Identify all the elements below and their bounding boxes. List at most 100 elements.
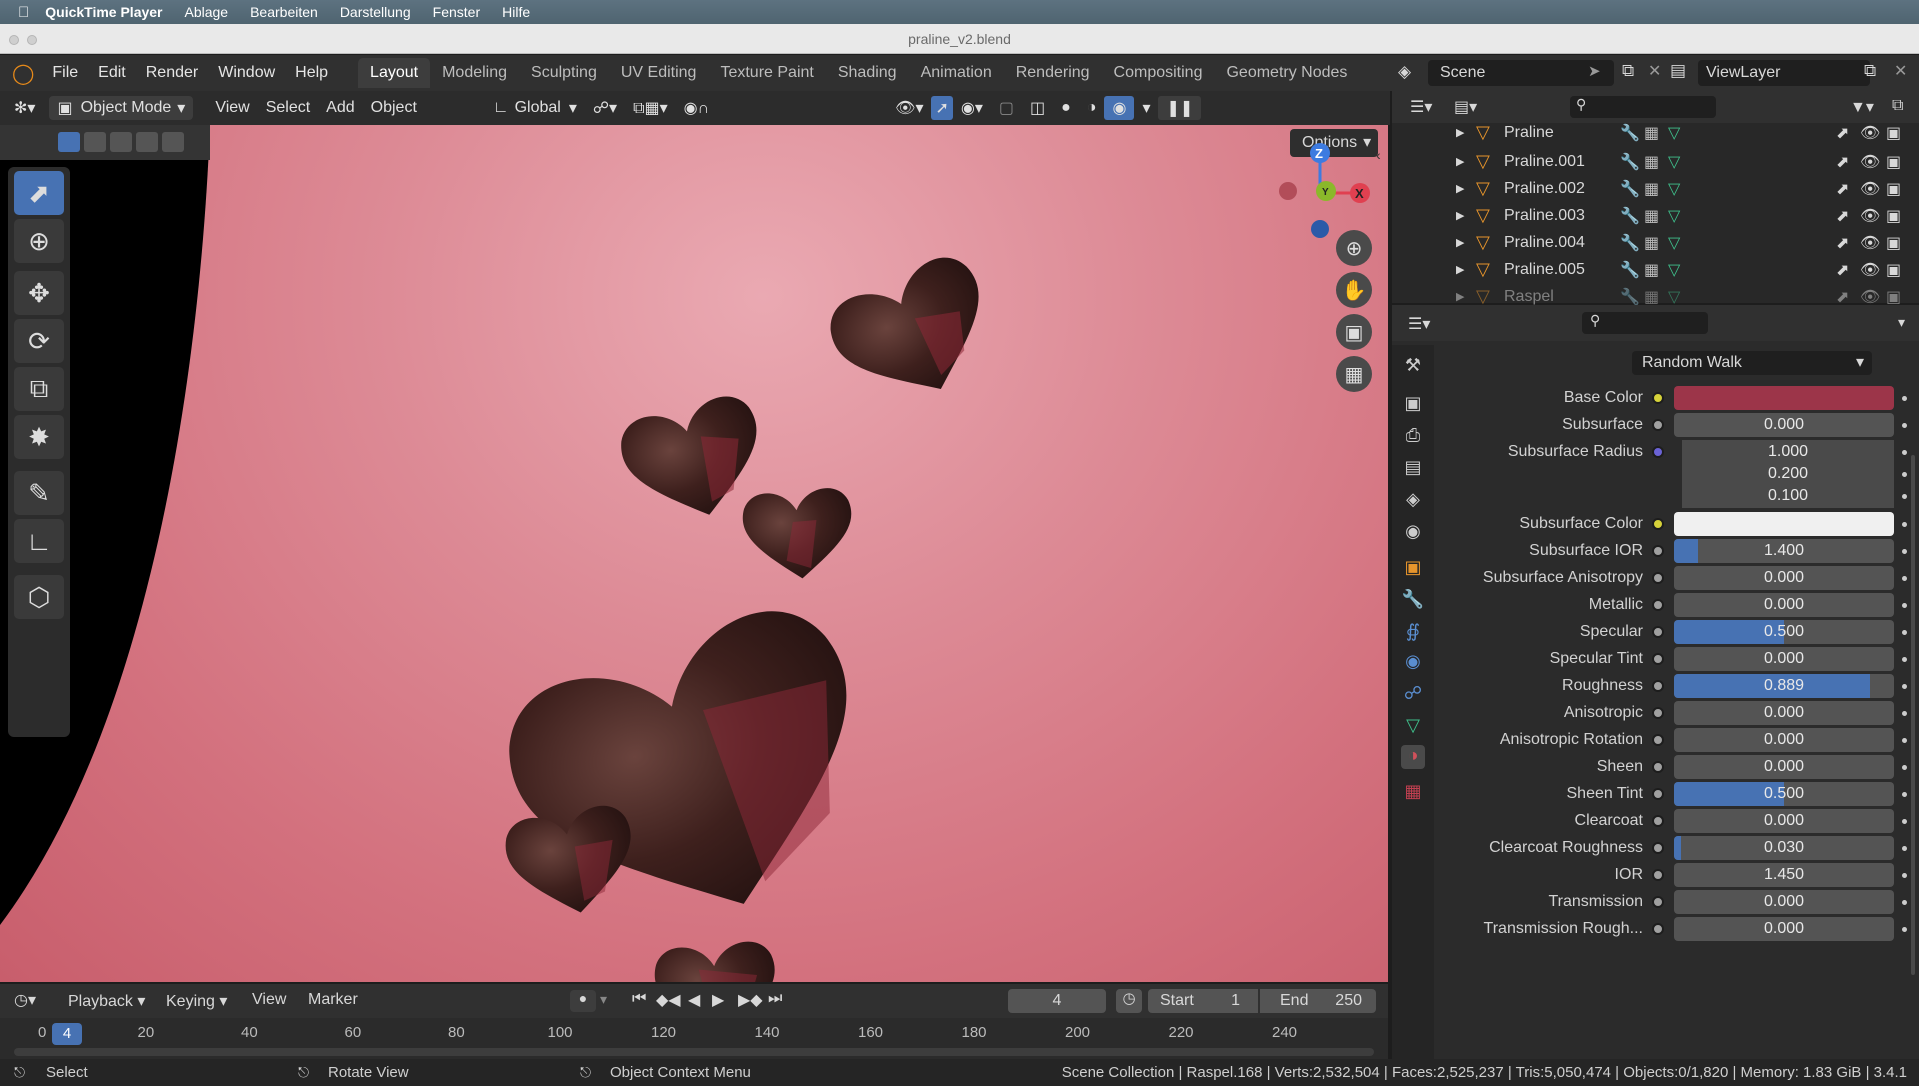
new-scene-icon[interactable]: ⧉: [1622, 61, 1634, 81]
particles-icon[interactable]: ▦: [1644, 123, 1659, 143]
heart-praline-1[interactable]: [820, 247, 1011, 422]
modifier-tab-icon[interactable]: 🔧: [1401, 589, 1425, 613]
particles-tab-icon[interactable]: ∯: [1401, 621, 1425, 645]
value-slider[interactable]: 0.500: [1674, 620, 1894, 644]
world-tab-icon[interactable]: ◉: [1401, 521, 1425, 545]
selectable-icon[interactable]: ⬈: [1836, 260, 1849, 280]
outliner-editor-icon[interactable]: ☰▾: [1410, 97, 1432, 117]
mesh-data-icon[interactable]: ▽: [1668, 233, 1680, 253]
camera-render-icon[interactable]: ▣: [1886, 287, 1901, 307]
material-tab-icon[interactable]: ◑: [1401, 745, 1425, 769]
scene-icon[interactable]: ◈: [1398, 62, 1411, 82]
outliner-row[interactable]: ▶ ▽ Praline.003 🔧 ▦ ▽ ⬈ 👁 ▣: [1392, 202, 1919, 229]
expand-arrow-icon[interactable]: ▶: [1456, 209, 1464, 222]
select-invert-icon[interactable]: [136, 132, 158, 152]
neg-x-axis-handle[interactable]: [1279, 182, 1297, 200]
keyframe-dot-icon[interactable]: [1902, 548, 1907, 554]
mesh-data-icon[interactable]: ▽: [1668, 260, 1680, 280]
camera-render-icon[interactable]: ▣: [1886, 260, 1901, 280]
viewlayer-icon[interactable]: ▤: [1670, 61, 1686, 81]
render-tab-icon[interactable]: ▣: [1401, 393, 1425, 417]
wireframe-shading-icon[interactable]: ◫: [1022, 96, 1053, 120]
jump-start-icon[interactable]: ⏮: [632, 990, 646, 1008]
texture-tab-icon[interactable]: ▦: [1401, 781, 1425, 805]
keyframe-dot-icon[interactable]: [1902, 629, 1907, 635]
keyframe-dot-icon[interactable]: [1902, 575, 1907, 581]
object-tab-icon[interactable]: ▣: [1401, 557, 1425, 581]
scale-tool[interactable]: ⧉: [14, 367, 64, 411]
particles-icon[interactable]: ▦: [1644, 260, 1659, 280]
menu-window[interactable]: Window: [208, 64, 285, 82]
socket-icon[interactable]: [1652, 815, 1664, 827]
selectable-icon[interactable]: ⬈: [1836, 206, 1849, 226]
pin-icon[interactable]: ➤: [1588, 62, 1601, 80]
mac-menu-item[interactable]: Fenster: [433, 4, 480, 20]
socket-icon[interactable]: [1652, 653, 1664, 665]
visibility-icon[interactable]: 👁▾: [887, 96, 931, 120]
add-cube-tool[interactable]: ⬡: [14, 575, 64, 619]
mode-selector[interactable]: ▣ Object Mode ▾: [49, 96, 194, 120]
menu-timeline-view[interactable]: View: [252, 991, 286, 1009]
keyframe-dot-icon[interactable]: [1902, 737, 1907, 743]
blender-logo-icon[interactable]: ◯: [12, 61, 34, 86]
socket-icon[interactable]: [1652, 734, 1664, 746]
delete-scene-icon[interactable]: ✕: [1648, 61, 1661, 81]
start-frame-field[interactable]: Start 1: [1148, 989, 1258, 1013]
socket-icon[interactable]: [1652, 446, 1664, 458]
tool-tab-icon[interactable]: ⚒: [1401, 355, 1425, 379]
modifier-icon[interactable]: 🔧: [1620, 287, 1640, 307]
eye-icon[interactable]: 👁: [1860, 152, 1880, 172]
camera-render-icon[interactable]: ▣: [1886, 152, 1901, 172]
tab-animation[interactable]: Animation: [909, 58, 1004, 88]
keyframe-dot-icon[interactable]: [1902, 818, 1907, 824]
tab-uv-editing[interactable]: UV Editing: [609, 58, 709, 88]
keyframe-dot-icon[interactable]: [1902, 926, 1907, 932]
mac-menu-item[interactable]: Hilfe: [502, 4, 530, 20]
modifier-icon[interactable]: 🔧: [1620, 206, 1640, 226]
socket-icon[interactable]: [1652, 626, 1664, 638]
expand-arrow-icon[interactable]: ▶: [1456, 126, 1464, 139]
mesh-data-icon[interactable]: ▽: [1668, 206, 1680, 226]
value-slider[interactable]: 0.000: [1674, 593, 1894, 617]
keyframe-options-icon[interactable]: ▾: [600, 991, 607, 1008]
socket-icon[interactable]: [1652, 599, 1664, 611]
keyframe-dot-icon[interactable]: [1902, 764, 1907, 770]
gizmo-toggle-icon[interactable]: ➚: [931, 96, 953, 120]
viewlayer-selector[interactable]: ViewLayer: [1698, 60, 1870, 86]
keyframe-dot-icon[interactable]: [1902, 493, 1907, 499]
camera-render-icon[interactable]: ▣: [1886, 233, 1901, 253]
close-window-button[interactable]: [9, 35, 19, 45]
camera-render-icon[interactable]: ▣: [1886, 206, 1901, 226]
particles-icon[interactable]: ▦: [1644, 233, 1659, 253]
subsurface-method-dropdown[interactable]: Random Walk ▾: [1632, 351, 1872, 375]
transform-tool[interactable]: ✸: [14, 415, 64, 459]
color-swatch[interactable]: [1674, 512, 1894, 536]
menu-marker[interactable]: Marker: [308, 991, 358, 1009]
eye-icon[interactable]: 👁: [1860, 206, 1880, 226]
particles-icon[interactable]: ▦: [1644, 287, 1659, 307]
camera-render-icon[interactable]: ▣: [1886, 179, 1901, 199]
properties-options-icon[interactable]: ▾: [1898, 314, 1905, 331]
transform-orientation[interactable]: ∟ Global ▾: [485, 96, 585, 120]
value-slider[interactable]: 0.000: [1674, 647, 1894, 671]
keyframe-dot-icon[interactable]: [1902, 872, 1907, 878]
mac-menu-item[interactable]: Darstellung: [340, 4, 411, 20]
value-slider[interactable]: 1.450: [1674, 863, 1894, 887]
cursor-tool[interactable]: ⊕: [14, 219, 64, 263]
socket-icon[interactable]: [1652, 707, 1664, 719]
keyframe-dot-icon[interactable]: [1902, 471, 1907, 477]
menu-file[interactable]: File: [42, 64, 88, 82]
expand-arrow-icon[interactable]: ▶: [1456, 155, 1464, 168]
mesh-data-icon[interactable]: ▽: [1668, 287, 1680, 307]
perspective-toggle-button[interactable]: ▦: [1336, 356, 1372, 392]
value-slider[interactable]: 0.000: [1674, 809, 1894, 833]
scene-selector[interactable]: Scene: [1428, 60, 1614, 86]
modifier-icon[interactable]: 🔧: [1620, 179, 1640, 199]
zoom-button[interactable]: ⊕: [1336, 230, 1372, 266]
eye-icon[interactable]: 👁: [1860, 233, 1880, 253]
menu-render[interactable]: Render: [136, 64, 208, 82]
socket-icon[interactable]: [1652, 869, 1664, 881]
mesh-data-icon[interactable]: ▽: [1668, 123, 1680, 143]
socket-icon[interactable]: [1652, 896, 1664, 908]
select-box-tool[interactable]: ⬈: [14, 171, 64, 215]
